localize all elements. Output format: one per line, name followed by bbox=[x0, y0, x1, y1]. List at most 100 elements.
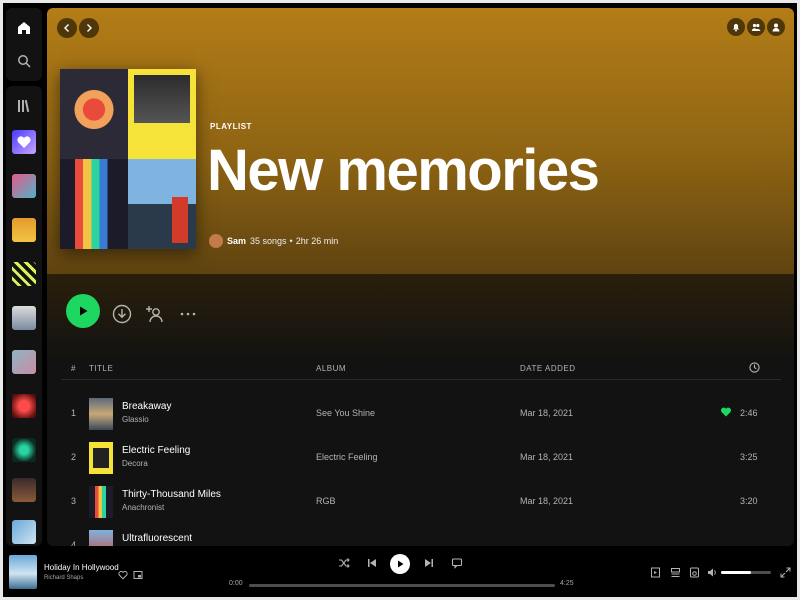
lyrics-icon bbox=[451, 558, 463, 569]
play-icon bbox=[398, 560, 404, 568]
friend-activity-button[interactable] bbox=[747, 18, 765, 36]
playlist-owner[interactable]: Sam bbox=[227, 236, 246, 246]
now-playing-art[interactable] bbox=[9, 555, 37, 589]
fullscreen-button[interactable] bbox=[779, 566, 791, 578]
table-row[interactable]: 2 Electric Feeling Decora Electric Feeli… bbox=[61, 438, 781, 478]
now-playing-artist[interactable]: Richard Shaps bbox=[44, 575, 83, 581]
track-date-added: Mar 18, 2021 bbox=[520, 496, 574, 506]
download-button[interactable] bbox=[112, 304, 132, 324]
add-user-icon bbox=[146, 306, 163, 323]
page-title: New memories bbox=[207, 138, 600, 203]
previous-icon bbox=[368, 559, 376, 567]
meta-separator: • bbox=[289, 236, 293, 246]
home-icon[interactable] bbox=[14, 18, 34, 38]
table-row[interactable]: 4 Ultrafluorescent bbox=[61, 526, 781, 546]
library-item[interactable] bbox=[12, 350, 36, 374]
volume-slider[interactable] bbox=[721, 571, 771, 574]
playlist-meta: Sam 35 songs • 2hr 26 min bbox=[209, 233, 338, 249]
track-artist[interactable]: Decora bbox=[122, 459, 148, 468]
cover-art bbox=[128, 159, 196, 249]
track-number: 3 bbox=[71, 496, 77, 506]
forward-button[interactable] bbox=[79, 18, 99, 38]
library-item[interactable] bbox=[12, 262, 36, 286]
track-artist[interactable]: Anachronist bbox=[122, 503, 164, 512]
pip-icon[interactable] bbox=[133, 567, 143, 585]
total-time: 4:25 bbox=[560, 580, 574, 587]
track-number: 4 bbox=[71, 540, 77, 546]
column-date-added[interactable]: DATE ADDED bbox=[520, 364, 576, 373]
profile-button[interactable] bbox=[767, 18, 785, 36]
cover-art bbox=[128, 69, 196, 159]
friends-icon bbox=[751, 23, 761, 31]
mute-button[interactable] bbox=[706, 566, 718, 578]
track-number: 1 bbox=[71, 408, 77, 418]
track-art bbox=[89, 486, 113, 518]
track-title[interactable]: Breakaway bbox=[122, 401, 171, 412]
playlist-view: PLAYLIST New memories Sam 35 songs • 2hr… bbox=[47, 8, 794, 546]
now-playing-title[interactable]: Holiday In Hollywood bbox=[44, 563, 119, 572]
queue-icon bbox=[670, 567, 680, 577]
library-item[interactable] bbox=[12, 306, 36, 330]
more-options-button[interactable] bbox=[178, 304, 198, 324]
shuffle-button[interactable] bbox=[337, 556, 351, 570]
now-playing-bar: Holiday In Hollywood Richard Shaps 0:00 … bbox=[3, 548, 797, 597]
notifications-button[interactable] bbox=[727, 18, 745, 36]
track-artist[interactable]: Glassio bbox=[122, 415, 149, 424]
library-item-liked-songs[interactable] bbox=[12, 130, 36, 154]
cover-art bbox=[60, 69, 128, 159]
tracklist-header: # TITLE ALBUM DATE ADDED bbox=[61, 360, 781, 380]
column-album[interactable]: ALBUM bbox=[316, 364, 346, 373]
column-title[interactable]: TITLE bbox=[89, 364, 113, 373]
library-item[interactable] bbox=[12, 520, 36, 544]
avatar[interactable] bbox=[209, 234, 223, 248]
progress-bar[interactable] bbox=[249, 584, 555, 587]
back-button[interactable] bbox=[57, 18, 77, 38]
playlist-type-label: PLAYLIST bbox=[210, 122, 252, 131]
connect-device-button[interactable] bbox=[688, 566, 700, 578]
track-art bbox=[89, 442, 113, 474]
more-icon bbox=[180, 312, 196, 316]
library-item[interactable] bbox=[12, 174, 36, 198]
table-row[interactable]: 1 Breakaway Glassio See You Shine Mar 18… bbox=[61, 394, 781, 434]
bell-icon bbox=[733, 24, 739, 32]
search-icon[interactable] bbox=[14, 51, 34, 71]
lyrics-button[interactable] bbox=[649, 566, 661, 578]
track-album[interactable]: See You Shine bbox=[316, 408, 375, 418]
next-icon bbox=[425, 559, 433, 567]
library-icon[interactable] bbox=[14, 96, 34, 116]
column-number: # bbox=[71, 364, 76, 373]
player-play-button[interactable] bbox=[390, 554, 410, 574]
play-button[interactable] bbox=[66, 294, 100, 328]
shuffle-icon bbox=[339, 558, 350, 568]
lyrics-icon bbox=[650, 567, 660, 577]
nav-panel bbox=[6, 8, 42, 81]
library-item[interactable] bbox=[12, 394, 36, 418]
heart-icon[interactable] bbox=[118, 567, 128, 585]
track-title[interactable]: Thirty-Thousand Miles bbox=[122, 489, 221, 500]
library-item[interactable] bbox=[12, 438, 36, 462]
track-album[interactable]: Electric Feeling bbox=[316, 452, 378, 462]
previous-button[interactable] bbox=[365, 556, 379, 570]
track-title[interactable]: Electric Feeling bbox=[122, 445, 190, 456]
playlist-duration: 2hr 26 min bbox=[295, 236, 339, 246]
repeat-button[interactable] bbox=[450, 556, 464, 570]
heart-icon bbox=[17, 136, 31, 148]
user-icon bbox=[772, 23, 780, 32]
song-count: 35 songs bbox=[250, 236, 287, 246]
track-date-added: Mar 18, 2021 bbox=[520, 452, 574, 462]
track-album[interactable]: RGB bbox=[316, 496, 336, 506]
track-date-added: Mar 18, 2021 bbox=[520, 408, 574, 418]
heart-icon[interactable] bbox=[720, 406, 732, 420]
queue-button[interactable] bbox=[669, 566, 681, 578]
track-art bbox=[89, 398, 113, 430]
add-collaborator-button[interactable] bbox=[145, 304, 165, 324]
clock-icon[interactable] bbox=[749, 362, 760, 375]
download-icon bbox=[112, 304, 132, 324]
library-item[interactable] bbox=[12, 478, 36, 502]
track-duration: 3:20 bbox=[740, 496, 758, 506]
track-title[interactable]: Ultrafluorescent bbox=[122, 533, 192, 544]
playlist-cover bbox=[60, 69, 196, 249]
next-button[interactable] bbox=[422, 556, 436, 570]
library-item[interactable] bbox=[12, 218, 36, 242]
table-row[interactable]: 3 Thirty-Thousand Miles Anachronist RGB … bbox=[61, 482, 781, 522]
